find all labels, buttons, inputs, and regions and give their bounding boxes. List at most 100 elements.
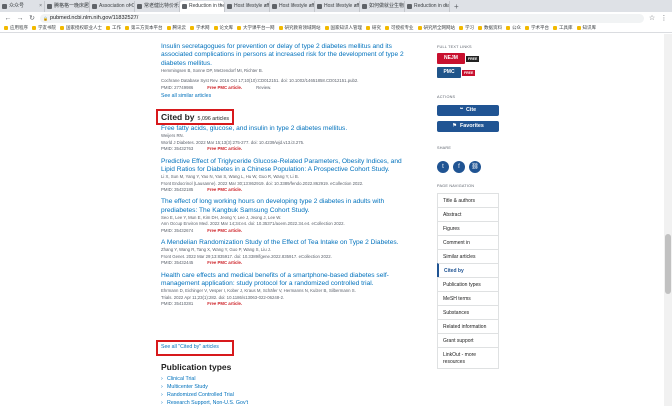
browser-tab[interactable]: Host lifestyle aff × (270, 1, 315, 12)
twitter-icon[interactable]: t (437, 161, 449, 173)
star-icon[interactable]: ☆ (648, 14, 656, 22)
cited-article-item: Free fatty acids, glucose, and insulin i… (161, 125, 413, 153)
new-tab-icon[interactable]: + (450, 1, 463, 12)
cited-article-item: Health care effects and medical benefits… (161, 272, 413, 308)
close-icon[interactable]: × (219, 1, 222, 12)
favorites-button[interactable]: ⚑ Favorites (437, 121, 499, 132)
bookmark-item[interactable]: 大学课平台一网 (237, 25, 279, 31)
bookmark-item[interactable]: 工具库 (553, 25, 577, 31)
bookmarks-bar: 应用程序 学友书院 国家授权职业人士 工作 第三方资本平台 腾讯云 学术网 论文库 大学课平台一… (0, 24, 672, 33)
page-nav-item[interactable]: Related information (437, 319, 499, 334)
pmid: PMID: 35432763 (161, 146, 194, 152)
see-all-similar-link[interactable]: See all similar articles (161, 93, 211, 99)
menu-icon[interactable]: ⋮ (660, 14, 668, 22)
bookmark-item[interactable]: 公众 (506, 25, 525, 31)
page-nav-item[interactable]: Title & authors (437, 193, 499, 208)
close-icon[interactable]: × (84, 1, 87, 12)
page-nav-item[interactable]: Comment in (437, 235, 499, 250)
cited-article-title[interactable]: Free fatty acids, glucose, and insulin i… (161, 125, 413, 133)
bookmark-item[interactable]: 学术网 (190, 25, 214, 31)
cited-article-item: A Mendelian Randomization Study of the E… (161, 239, 413, 267)
tab-favicon (362, 4, 367, 9)
publication-type-link[interactable]: Randomized Controlled Trial (161, 391, 248, 399)
bookmark-item[interactable]: 研究所全网网站 (417, 25, 460, 31)
pmc-link[interactable]: PMC FREE (437, 67, 476, 78)
nejm-logo: NEJM (437, 53, 465, 64)
page-nav-item[interactable]: Cited by (437, 263, 499, 278)
bookmark-item[interactable]: 学友书院 (32, 25, 60, 31)
close-icon[interactable]: × (309, 1, 312, 12)
browser-tab[interactable]: Host lifestyle aff × (315, 1, 360, 12)
bookmark-item[interactable]: 研究教育领域网站 (278, 25, 325, 31)
publication-types-heading: Publication types (161, 362, 232, 372)
close-icon[interactable]: × (354, 1, 357, 12)
browser-tab[interactable]: 常老健比特价乐 × (135, 1, 180, 12)
browser-tab[interactable]: 腾格格一晚床居住× (45, 1, 90, 12)
page-nav-item[interactable]: Abstract (437, 207, 499, 222)
browser-tab[interactable]: Reduction in dia × (405, 1, 450, 12)
bookmark-item[interactable]: 第三方资本平台 (125, 25, 167, 31)
bookmark-item[interactable]: 论文库 (213, 25, 238, 31)
bookmark-item[interactable]: 学术平台 (525, 25, 553, 31)
facebook-icon[interactable]: f (453, 161, 465, 173)
url-field[interactable]: pubmed.ncbi.nlm.nih.gov/11832527/ (40, 13, 644, 23)
cite-button[interactable]: ❝ Cite (437, 105, 499, 116)
free-pmc-badge: Free PMC article. (207, 84, 243, 90)
tab-favicon (137, 4, 142, 9)
browser-tab[interactable]: 如何做就业生物 × (360, 1, 405, 12)
pmid: PMID: 35410281 (161, 301, 194, 307)
bookmark-item[interactable]: 应用程序 (4, 25, 32, 31)
publication-types-list: Clinical TrialMulticenter StudyRandomize… (161, 375, 248, 407)
browser-tab[interactable]: Association of Ch × (90, 1, 135, 12)
page-nav-item[interactable]: Publication types (437, 277, 499, 292)
cited-article-title[interactable]: Health care effects and medical benefits… (161, 272, 413, 289)
cited-article-title[interactable]: The effect of long working hours on deve… (161, 198, 413, 215)
link-icon[interactable]: ⛓ (469, 161, 481, 173)
reload-icon[interactable]: ↻ (28, 14, 36, 22)
page-nav-item[interactable]: LinkOut - more resources (437, 347, 499, 369)
scrollbar-thumb[interactable] (665, 234, 671, 294)
cited-article-title[interactable]: Predictive Effect of Triglyceride Glucos… (161, 158, 413, 175)
page-nav-item[interactable]: Figures (437, 221, 499, 236)
bookmark-item[interactable]: 可授权专业 (385, 25, 418, 31)
address-bar: ← → ↻ pubmed.ncbi.nlm.nih.gov/11832527/ … (0, 12, 672, 24)
close-icon[interactable]: × (174, 1, 177, 12)
close-icon[interactable]: × (39, 1, 42, 12)
forward-icon[interactable]: → (16, 15, 24, 22)
page-nav-item[interactable]: Substances (437, 305, 499, 320)
bookmark-item[interactable]: 国家知识人管理 (324, 25, 367, 31)
nejm-link[interactable]: NEJM FREE (437, 53, 480, 64)
close-icon[interactable]: × (444, 1, 447, 12)
bookmark-item[interactable]: 腾讯云 (166, 25, 191, 31)
page-nav-item[interactable]: Similar articles (437, 249, 499, 264)
tab-favicon (227, 4, 232, 9)
tab-bar: 众众号×腾格格一晚床居住×Association of Ch×常老健比特价乐×R… (0, 0, 672, 12)
bookmark-item[interactable]: 知识库 (576, 25, 601, 31)
page-content: Insulin secretagogues for prevention or … (0, 34, 672, 407)
close-icon[interactable]: × (129, 1, 132, 12)
cited-article-title[interactable]: A Mendelian Randomization Study of the E… (161, 239, 413, 247)
bookmark-item[interactable]: 国家授权职业人士 (60, 25, 106, 31)
scrollbar[interactable] (664, 34, 672, 406)
tab-favicon (182, 4, 187, 9)
similar-article-item: Insulin secretagogues for prevention or … (161, 43, 413, 91)
bookmark-item[interactable]: 学习 (459, 25, 478, 31)
publication-type-link[interactable]: Clinical Trial (161, 375, 248, 383)
close-icon[interactable]: × (264, 1, 267, 12)
page-nav-item[interactable]: Grant support (437, 333, 499, 348)
publication-type-link[interactable]: Multicenter Study (161, 383, 248, 391)
back-icon[interactable]: ← (4, 15, 12, 22)
browser-tab[interactable]: Host lifestyle aff × (225, 1, 270, 12)
browser-tab[interactable]: Reduction in the × (180, 1, 225, 12)
close-icon[interactable]: × (399, 1, 402, 12)
browser-tab[interactable]: 众众号 × (0, 1, 45, 12)
bookmark-icon: ⚑ (452, 123, 457, 129)
pmid: PMID: 35432674 (161, 227, 194, 233)
similar-article-title[interactable]: Insulin secretagogues for prevention or … (161, 43, 413, 68)
share-icons: t f ⛓ (437, 155, 485, 173)
bookmark-item[interactable]: 数据资料 (478, 25, 506, 31)
bookmark-item[interactable]: 工作 (106, 25, 125, 31)
page-nav-item[interactable]: MeSH terms (437, 291, 499, 306)
bookmark-item[interactable]: 研究 (366, 25, 385, 31)
see-all-cited-by-link[interactable]: See all "Cited by" articles (161, 344, 219, 350)
